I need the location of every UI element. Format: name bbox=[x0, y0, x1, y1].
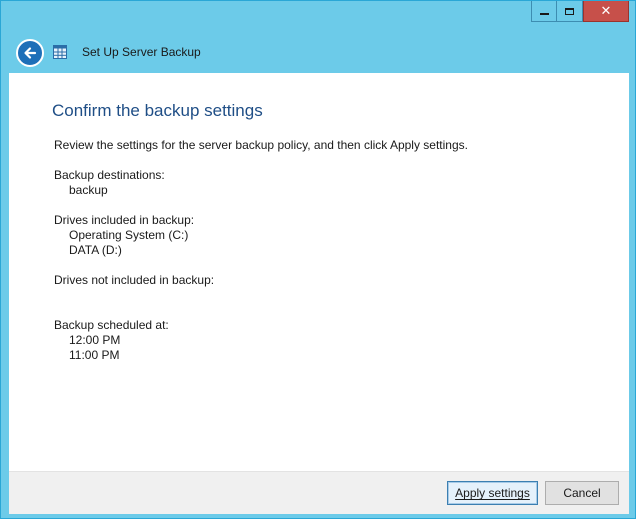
schedule-label: Backup scheduled at: bbox=[54, 318, 169, 332]
window-title: Set Up Server Backup bbox=[82, 45, 201, 59]
apply-settings-button[interactable]: Apply settings bbox=[447, 481, 538, 505]
wizard-window: ✕ Set Up Server Backup Confirm the backu… bbox=[0, 0, 636, 519]
intro-text: Review the settings for the server backu… bbox=[54, 138, 468, 152]
server-backup-app-icon bbox=[53, 45, 67, 59]
included-drive-item: Operating System (C:) bbox=[69, 228, 189, 242]
cancel-label: Cancel bbox=[563, 486, 601, 500]
title-bar: ✕ bbox=[1, 1, 635, 25]
included-drives-label: Drives included in backup: bbox=[54, 213, 195, 227]
page-heading: Confirm the backup settings bbox=[52, 101, 263, 120]
cancel-button[interactable]: Cancel bbox=[545, 481, 619, 505]
maximize-button[interactable] bbox=[557, 1, 583, 22]
back-button[interactable] bbox=[16, 39, 44, 67]
close-icon: ✕ bbox=[600, 3, 612, 19]
apply-settings-label: Apply settings bbox=[455, 486, 530, 500]
wizard-header: Set Up Server Backup bbox=[1, 29, 635, 73]
schedule-time-item: 12:00 PM bbox=[69, 333, 121, 347]
included-drive-item: DATA (D:) bbox=[69, 243, 122, 257]
destination-item: backup bbox=[69, 183, 108, 197]
excluded-drives-label: Drives not included in backup: bbox=[54, 273, 215, 287]
wizard-footer: Apply settings Cancel bbox=[9, 471, 629, 514]
maximize-icon bbox=[565, 7, 574, 15]
minimize-button[interactable] bbox=[531, 1, 557, 22]
close-button[interactable]: ✕ bbox=[583, 1, 629, 22]
schedule-time-item: 11:00 PM bbox=[69, 348, 120, 362]
minimize-icon bbox=[539, 13, 549, 15]
destinations-label: Backup destinations: bbox=[54, 168, 165, 182]
back-arrow-icon bbox=[24, 47, 37, 59]
content-pane: Confirm the backup settings Review the s… bbox=[9, 73, 629, 471]
